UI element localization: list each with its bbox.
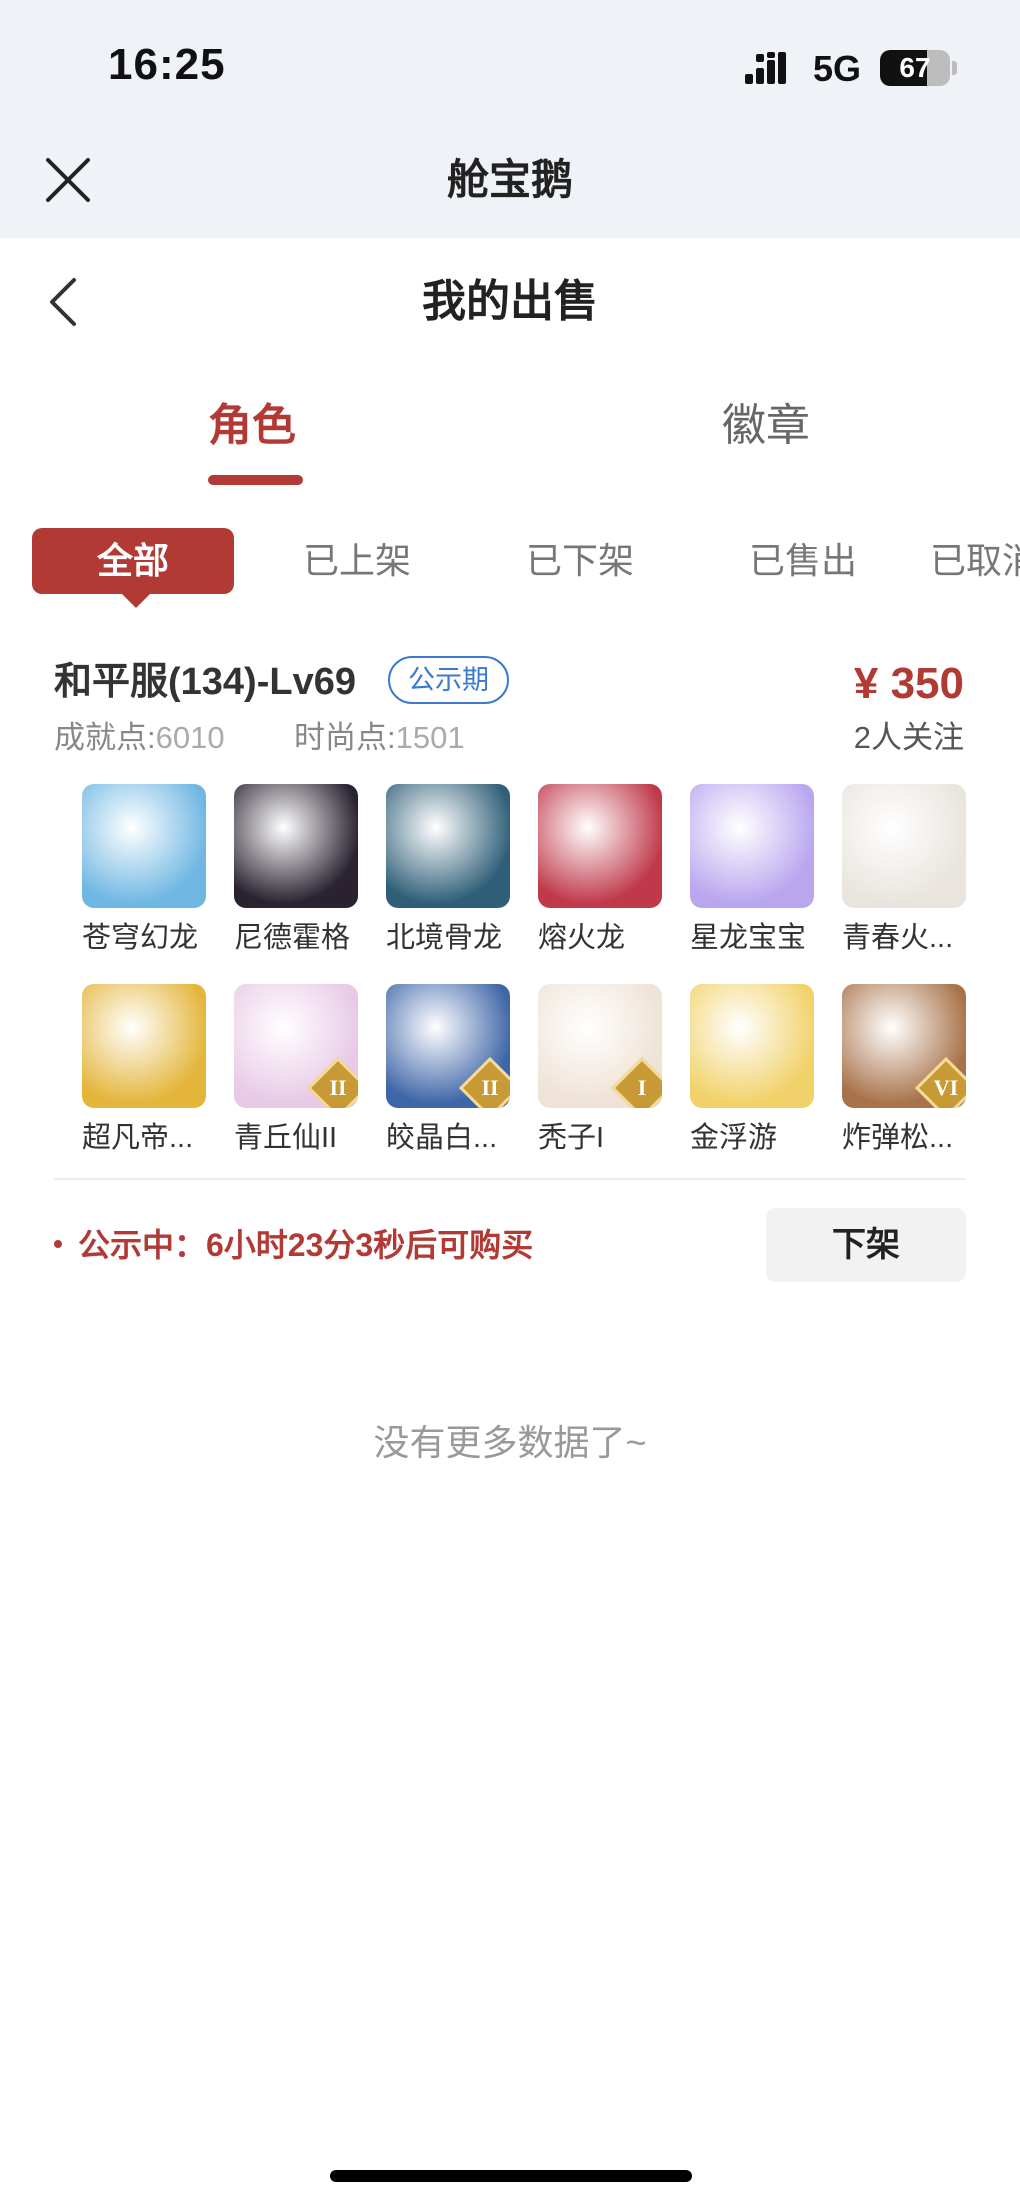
achievement-label: 成就点:: [54, 720, 156, 755]
rank-label: VI: [933, 1075, 959, 1100]
pet-name: 超凡帝...: [82, 1122, 194, 1154]
followers-count: 2人关注: [853, 720, 964, 755]
filter-pointer: [120, 592, 152, 608]
fashion-label: 时尚点:: [294, 720, 396, 755]
bald-head-icon: I: [538, 984, 662, 1108]
divider: [54, 1178, 966, 1180]
filter-cancelled[interactable]: 已取消: [930, 528, 1020, 594]
pet-item[interactable]: 尼德霍格: [234, 784, 364, 958]
battery-tip: [952, 61, 957, 75]
pet-name: 皎晶白...: [386, 1122, 498, 1154]
battery-icon: 67: [880, 50, 950, 86]
pet-item[interactable]: I 秃子I: [538, 984, 668, 1158]
rank-badge: II: [306, 1056, 358, 1108]
rank-badge: II: [458, 1056, 510, 1108]
pet-item[interactable]: II 青丘仙II: [234, 984, 364, 1158]
pet-name: 秃子I: [538, 1122, 605, 1154]
filter-sold[interactable]: 已售出: [728, 528, 878, 594]
pet-name: 北境骨龙: [386, 922, 503, 954]
rank-label: II: [329, 1075, 347, 1100]
white-tiger-icon: II: [386, 984, 510, 1108]
status-time: 16:25: [108, 40, 226, 89]
filter-listed[interactable]: 已上架: [282, 528, 432, 594]
pet-item[interactable]: 苍穹幻龙: [82, 784, 212, 958]
page-title: 我的出售: [422, 277, 598, 326]
home-indicator: [330, 2170, 692, 2182]
top-header: 16:25 5G 67 舱宝鹅: [0, 0, 1020, 238]
pet-name: 星龙宝宝: [690, 922, 807, 954]
rank-badge: I: [610, 1056, 662, 1108]
pet-name: 炸弹松...: [842, 1122, 954, 1154]
achievement-points: 成就点:6010: [54, 716, 225, 760]
pet-name: 尼德霍格: [234, 922, 351, 954]
fashion-points: 时尚点:1501: [294, 716, 465, 760]
golden-armor-icon: [82, 984, 206, 1108]
battery-level: 67: [899, 52, 931, 83]
rank-label: I: [637, 1075, 647, 1100]
tab-active-underline: [208, 475, 303, 485]
bone-dragon-icon: [386, 784, 510, 908]
filter-all[interactable]: 全部: [32, 528, 234, 594]
pet-name: 熔火龙: [538, 922, 626, 954]
pet-name: 青丘仙II: [234, 1122, 338, 1154]
pet-item[interactable]: 星龙宝宝: [690, 784, 820, 958]
pet-item[interactable]: VI 炸弹松...: [842, 984, 972, 1158]
star-dragon-icon: [690, 784, 814, 908]
fox-fairy-icon: II: [234, 984, 358, 1108]
squirrel-icon: VI: [842, 984, 966, 1108]
notice-dot: [54, 1240, 62, 1248]
tab-role[interactable]: 角色: [208, 396, 296, 456]
server-level[interactable]: 和平服(134)-Lv69: [54, 656, 356, 708]
pet-item[interactable]: 熔火龙: [538, 784, 668, 958]
pet-item[interactable]: 金浮游: [690, 984, 820, 1158]
no-more-data: 没有更多数据了~: [373, 1422, 647, 1463]
network-label: 5G: [813, 48, 862, 89]
publicity-notice: 公示中：6小时23分3秒后可购买: [78, 1227, 534, 1263]
dark-dragon-icon: [234, 784, 358, 908]
pet-name: 青春火...: [842, 922, 954, 954]
white-beast-icon: [842, 784, 966, 908]
pet-item[interactable]: 超凡帝...: [82, 984, 212, 1158]
mini-program-title: 舱宝鹅: [446, 156, 573, 203]
filter-delisted[interactable]: 已下架: [505, 528, 655, 594]
sky-dragon-icon: [82, 784, 206, 908]
rank-label: II: [481, 1075, 499, 1100]
status-badge: 公示期: [388, 656, 509, 704]
pet-name: 金浮游: [690, 1122, 778, 1154]
delist-button[interactable]: 下架: [766, 1208, 966, 1282]
pet-item[interactable]: II 皎晶白...: [386, 984, 516, 1158]
pet-item[interactable]: 北境骨龙: [386, 784, 516, 958]
price: ¥ 350: [853, 659, 964, 708]
tab-badge[interactable]: 徽章: [722, 396, 810, 456]
signal-icon: [745, 52, 786, 84]
golden-floater-icon: [690, 984, 814, 1108]
achievement-value: 6010: [155, 720, 225, 755]
pet-name: 苍穹幻龙: [82, 922, 199, 954]
fire-dragon-icon: [538, 784, 662, 908]
rank-badge: VI: [914, 1056, 966, 1108]
pet-item[interactable]: 青春火...: [842, 784, 972, 958]
fashion-value: 1501: [395, 720, 465, 755]
